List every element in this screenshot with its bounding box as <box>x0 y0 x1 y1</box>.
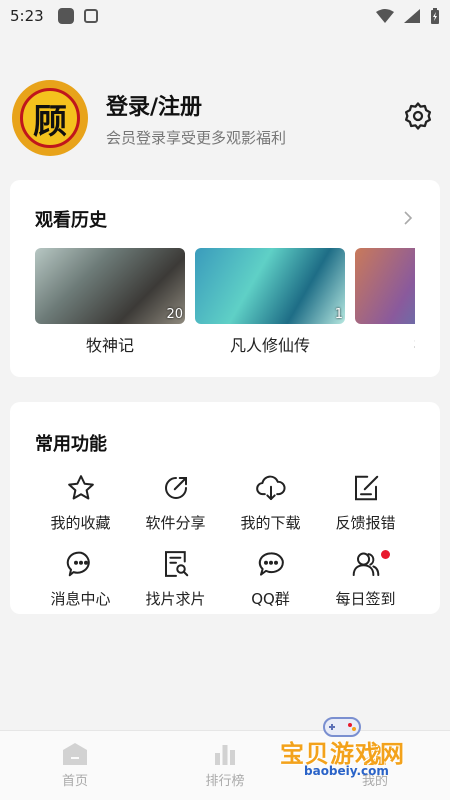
feedback-edit-icon <box>350 472 382 504</box>
cloud-download-icon <box>255 472 287 504</box>
chat-icon <box>255 548 287 580</box>
episode-badge: 20 <box>166 307 183 322</box>
history-item-fanren[interactable]: 1 凡人修仙传 <box>195 248 345 358</box>
history-item-fengkuang[interactable]: 疯狂 <box>355 248 415 358</box>
message-icon <box>65 548 97 580</box>
func-label: 反馈报错 <box>335 514 396 532</box>
history-thumbnail <box>355 248 415 324</box>
status-time: 5:23 <box>10 7 44 25</box>
history-list[interactable]: 20 牧神记 1 凡人修仙传 疯狂 <box>35 248 415 358</box>
watermark: 宝贝游戏网 baobeiy.com <box>272 712 422 792</box>
watch-history-card: 观看历史 20 牧神记 1 凡人修仙传 疯狂 <box>10 180 440 377</box>
signal-icon <box>404 9 420 23</box>
notification-icon <box>57 8 74 24</box>
func-label: 找片求片 <box>145 590 206 608</box>
feedback-button[interactable]: 反馈报错 <box>318 472 413 538</box>
favorites-button[interactable]: 我的收藏 <box>33 472 128 538</box>
history-thumbnail: 20 <box>35 248 185 324</box>
profile-header[interactable]: 顾 登录/注册 会员登录享受更多观影福利 <box>12 80 438 156</box>
search-document-icon <box>160 548 192 580</box>
history-item-label: 牧神记 <box>85 336 134 355</box>
chevron-right-icon[interactable] <box>398 208 418 228</box>
downloads-button[interactable]: 我的下载 <box>223 472 318 538</box>
nav-label: 首页 <box>61 774 88 789</box>
history-thumbnail: 1 <box>195 248 345 324</box>
users-icon <box>350 548 382 580</box>
history-item-label: 疯狂 <box>355 332 415 356</box>
watch-history-title: 观看历史 <box>35 210 107 231</box>
history-item-mushenji[interactable]: 20 牧神记 <box>35 248 185 358</box>
avatar-logo: 顾 <box>20 88 80 148</box>
home-icon <box>63 743 87 765</box>
request-movie-button[interactable]: 找片求片 <box>128 548 223 614</box>
status-bar: 5:23 <box>0 0 450 32</box>
common-functions-title: 常用功能 <box>35 434 107 455</box>
nav-label: 排行榜 <box>205 774 245 789</box>
func-label: 我的下载 <box>240 514 301 532</box>
login-register-link[interactable]: 登录/注册 <box>106 89 286 121</box>
wifi-icon <box>376 9 394 23</box>
watermark-url: baobeiy.com <box>304 764 389 778</box>
share-app-button[interactable]: 软件分享 <box>128 472 223 538</box>
star-icon <box>65 472 97 504</box>
qq-group-button[interactable]: QQ群 <box>223 548 318 614</box>
func-label: 我的收藏 <box>50 514 111 532</box>
nav-home[interactable]: 首页 <box>0 731 150 800</box>
common-functions-card: 常用功能 我的收藏 软件分享 我的下载 反馈报错 消息中心 找片求片 QQ群 每… <box>10 402 440 614</box>
avatar[interactable]: 顾 <box>12 80 88 156</box>
episode-badge: 1 <box>334 307 343 322</box>
daily-checkin-button[interactable]: 每日签到 <box>318 548 413 614</box>
profile-text: 登录/注册 会员登录享受更多观影福利 <box>106 89 286 148</box>
bar-chart-icon <box>215 745 235 765</box>
profile-subtitle: 会员登录享受更多观影福利 <box>106 128 287 147</box>
func-label: 软件分享 <box>145 514 206 532</box>
status-right <box>376 8 440 24</box>
notification-dot <box>381 550 390 559</box>
func-label: 消息中心 <box>50 590 111 608</box>
message-center-button[interactable]: 消息中心 <box>33 548 128 614</box>
share-icon <box>160 472 192 504</box>
function-grid: 我的收藏 软件分享 我的下载 反馈报错 消息中心 找片求片 QQ群 每日签到 <box>33 472 413 614</box>
func-label: 每日签到 <box>335 590 396 608</box>
app-notification-icon <box>83 9 98 23</box>
gear-icon <box>405 102 431 130</box>
func-label: QQ群 <box>251 590 290 608</box>
settings-button[interactable] <box>400 98 436 134</box>
battery-icon <box>431 8 439 24</box>
history-item-label: 凡人修仙传 <box>229 336 310 355</box>
